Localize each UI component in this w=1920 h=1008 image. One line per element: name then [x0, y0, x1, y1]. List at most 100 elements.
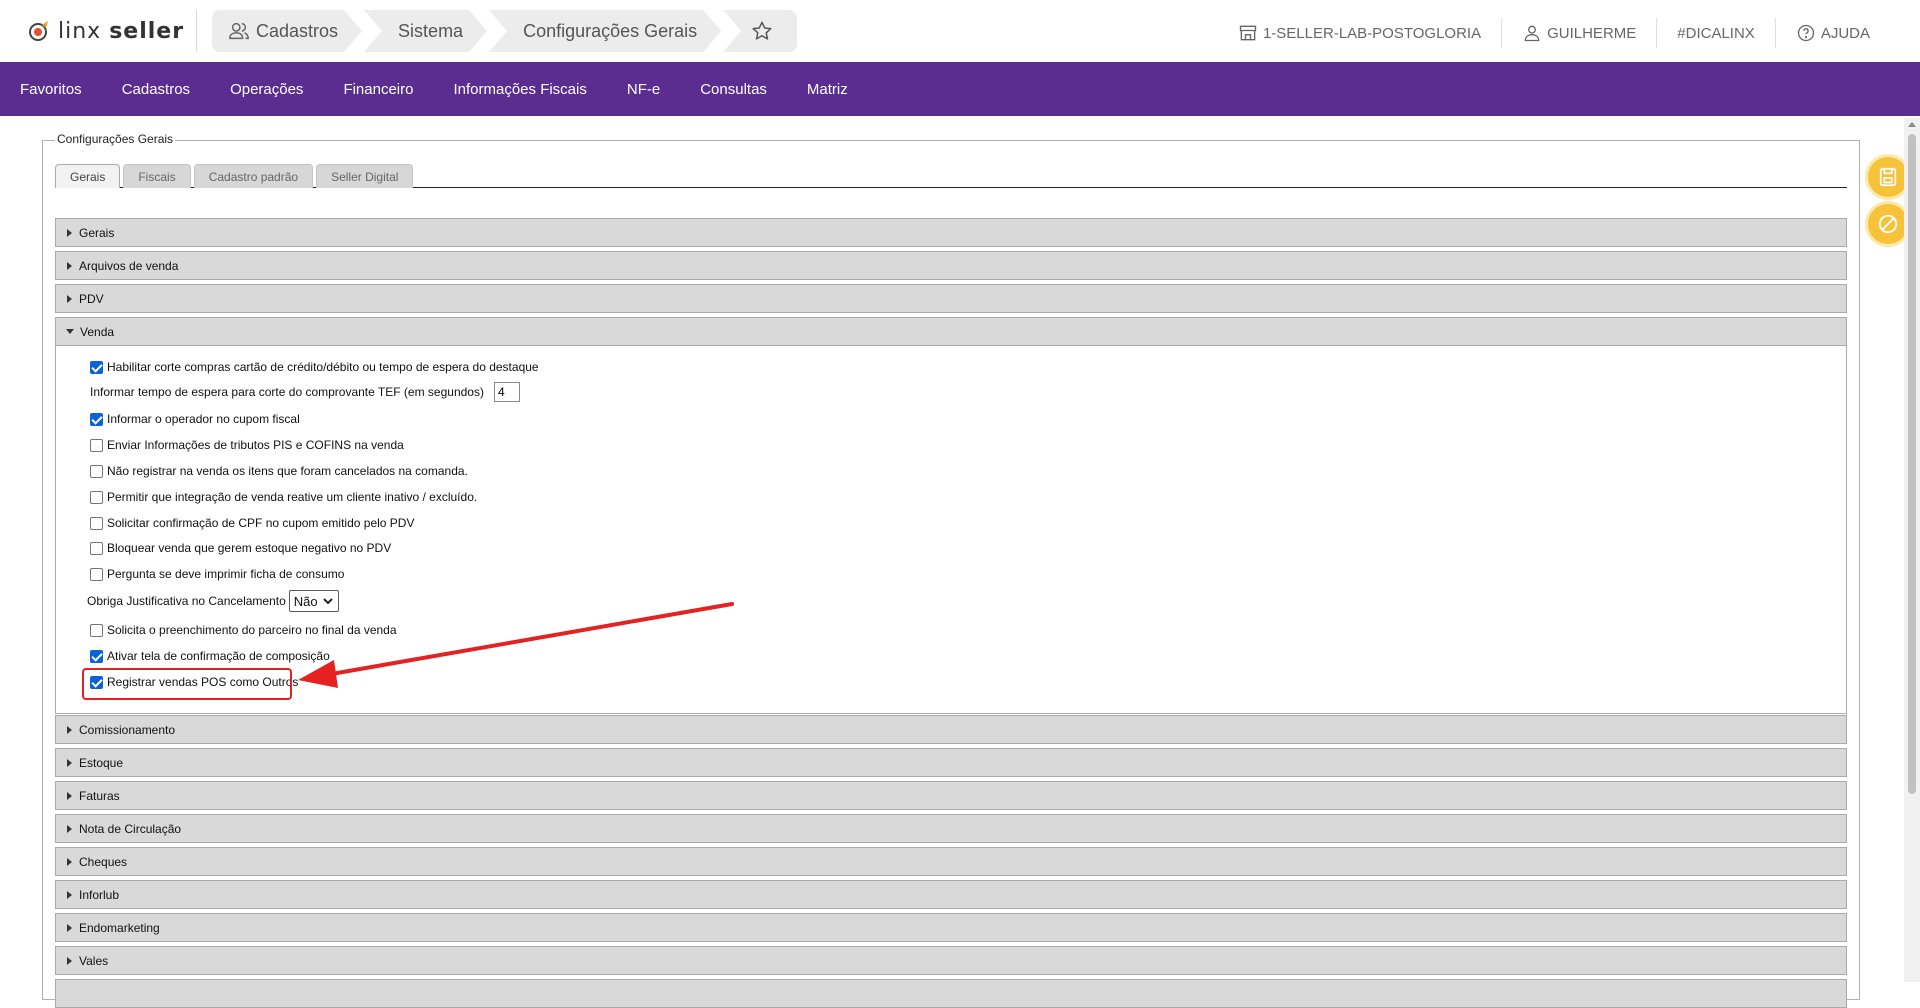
user-label: GUILHERME	[1547, 24, 1637, 42]
option-label: Habilitar corte compras cartão de crédit…	[107, 360, 539, 374]
expand-triangle-icon	[67, 758, 72, 767]
section-header[interactable]: Venda	[55, 317, 1847, 346]
section-title: Endomarketing	[79, 920, 160, 935]
section-pdv: PDV	[55, 284, 1847, 313]
top-header: linx seller Cadastros Sistema Configuraç…	[0, 0, 1920, 62]
help-link[interactable]: AJUDA	[1774, 18, 1890, 48]
checkbox-bloquear-estoque-negativo[interactable]	[90, 541, 103, 555]
nav-operacoes[interactable]: Operações	[230, 81, 303, 98]
section-cheques: Cheques	[55, 847, 1847, 876]
store-selector[interactable]: 1-SELLER-LAB-POSTOGLORIA	[1218, 18, 1501, 48]
section-title: Venda	[80, 324, 115, 339]
tab-gerais[interactable]: Gerais	[55, 164, 121, 188]
expand-triangle-icon	[67, 725, 72, 734]
option-label: Pergunta se deve imprimir ficha de consu…	[107, 567, 345, 581]
linx-seller-logo[interactable]: linx seller	[26, 18, 184, 44]
breadcrumb-label: Sistema	[398, 20, 464, 41]
section-title: PDV	[79, 291, 104, 306]
checkbox-reativar-cliente[interactable]	[90, 490, 103, 504]
section-comissionamento: Comissionamento	[55, 715, 1847, 744]
section-endomarketing: Endomarketing	[55, 913, 1847, 942]
section-partial	[55, 979, 1847, 1008]
section-header[interactable]: Vales	[55, 946, 1847, 975]
help-icon	[1797, 24, 1814, 42]
checkbox-informar-operador[interactable]	[90, 412, 103, 426]
nav-matriz[interactable]: Matriz	[807, 81, 848, 98]
save-button[interactable]	[1868, 157, 1908, 197]
section-header[interactable]: Arquivos de venda	[55, 251, 1847, 280]
nav-consultas[interactable]: Consultas	[700, 81, 767, 98]
save-icon	[1879, 167, 1897, 187]
expand-triangle-icon	[67, 923, 72, 932]
expand-triangle-icon	[67, 890, 72, 899]
checkbox-habilitar-corte[interactable]	[90, 360, 103, 374]
dicalinx-link[interactable]: #DICALINX	[1656, 18, 1775, 48]
tab-cadastro-padrao[interactable]: Cadastro padrão	[193, 164, 314, 188]
cancel-button[interactable]	[1868, 204, 1908, 244]
breadcrumb-label: Cadastros	[256, 20, 339, 41]
checkbox-preenchimento-parceiro[interactable]	[90, 623, 103, 637]
section-header[interactable]: Nota de Circulação	[55, 814, 1847, 843]
breadcrumb-sistema[interactable]: Sistema	[364, 10, 487, 52]
expand-triangle-icon	[67, 956, 72, 965]
nav-informacoes-fiscais[interactable]: Informações Fiscais	[453, 81, 586, 98]
tab-seller-digital[interactable]: Seller Digital	[316, 164, 414, 188]
section-header[interactable]: Endomarketing	[55, 913, 1847, 942]
store-label: 1-SELLER-LAB-POSTOGLORIA	[1262, 24, 1482, 42]
checkbox-confirmacao-cpf[interactable]	[90, 516, 103, 530]
section-title: Inforlub	[79, 887, 120, 902]
nav-cadastros[interactable]: Cadastros	[122, 81, 190, 98]
section-header[interactable]: Estoque	[55, 748, 1847, 777]
checkbox-enviar-pis-cofins[interactable]	[90, 438, 103, 452]
section-header[interactable]: Inforlub	[55, 880, 1847, 909]
header-divider	[196, 10, 197, 52]
nav-financeiro[interactable]: Financeiro	[343, 81, 413, 98]
expand-triangle-icon	[67, 294, 72, 303]
section-title: Comissionamento	[79, 722, 176, 737]
option-label: Solicitar confirmação de CPF no cupom em…	[107, 516, 415, 530]
breadcrumb-configuracoes-gerais[interactable]: Configurações Gerais	[489, 10, 721, 52]
favorite-star-button[interactable]	[723, 10, 798, 52]
section-header[interactable]: Comissionamento	[55, 715, 1847, 744]
nav-favoritos[interactable]: Favoritos	[20, 81, 82, 98]
checkbox-imprimir-ficha[interactable]	[90, 567, 103, 581]
expand-triangle-icon	[67, 857, 72, 866]
scroll-thumb[interactable]	[1908, 134, 1916, 794]
configuracoes-gerais-fieldset: Configurações Gerais Gerais Fiscais Cada…	[42, 132, 1860, 1008]
section-title: Gerais	[79, 225, 115, 240]
scroll-up-arrow-icon[interactable]	[1908, 122, 1916, 127]
option-imprimir-ficha: Pergunta se deve imprimir ficha de consu…	[90, 567, 344, 581]
page-scrollbar[interactable]	[1904, 118, 1920, 982]
tef-label: Informar tempo de espera para corte do c…	[90, 385, 484, 399]
logo-text-bold: seller	[109, 18, 185, 44]
section-header[interactable]	[55, 979, 1847, 1008]
section-arquivos-de-venda: Arquivos de venda	[55, 251, 1847, 280]
section-header[interactable]: Faturas	[55, 781, 1847, 810]
section-header[interactable]: PDV	[55, 284, 1847, 313]
help-label: AJUDA	[1820, 24, 1870, 42]
justificativa-label: Obriga Justificativa no Cancelamento	[87, 594, 286, 608]
nav-nfe[interactable]: NF-e	[627, 81, 660, 98]
section-vales: Vales	[55, 946, 1847, 975]
fieldset-legend: Configurações Gerais	[55, 132, 176, 146]
option-label: Bloquear venda que gerem estoque negativ…	[107, 541, 392, 555]
option-label: Enviar Informações de tributos PIS e COF…	[107, 438, 404, 452]
breadcrumb-cadastros[interactable]: Cadastros	[212, 10, 362, 52]
main-nav: Favoritos Cadastros Operações Financeiro…	[0, 62, 1920, 116]
tab-fiscais[interactable]: Fiscais	[123, 164, 191, 188]
section-nota-de-circulacao: Nota de Circulação	[55, 814, 1847, 843]
section-title: Faturas	[79, 788, 120, 803]
section-header[interactable]: Gerais	[55, 218, 1847, 247]
users-icon	[228, 20, 250, 42]
section-faturas: Faturas	[55, 781, 1847, 810]
user-menu[interactable]: GUILHERME	[1501, 18, 1656, 48]
settings-tabs: Gerais Fiscais Cadastro padrão Seller Di…	[55, 164, 1847, 188]
checkbox-confirmacao-composicao[interactable]	[90, 649, 103, 663]
user-icon	[1524, 25, 1540, 42]
tef-seconds-input[interactable]	[493, 382, 520, 402]
section-inforlub: Inforlub	[55, 880, 1847, 909]
logo-text-light: linx	[58, 18, 102, 44]
option-nao-registrar-cancelados: Não registrar na venda os itens que fora…	[90, 464, 468, 478]
checkbox-nao-registrar-cancelados[interactable]	[90, 464, 103, 478]
section-header[interactable]: Cheques	[55, 847, 1847, 876]
